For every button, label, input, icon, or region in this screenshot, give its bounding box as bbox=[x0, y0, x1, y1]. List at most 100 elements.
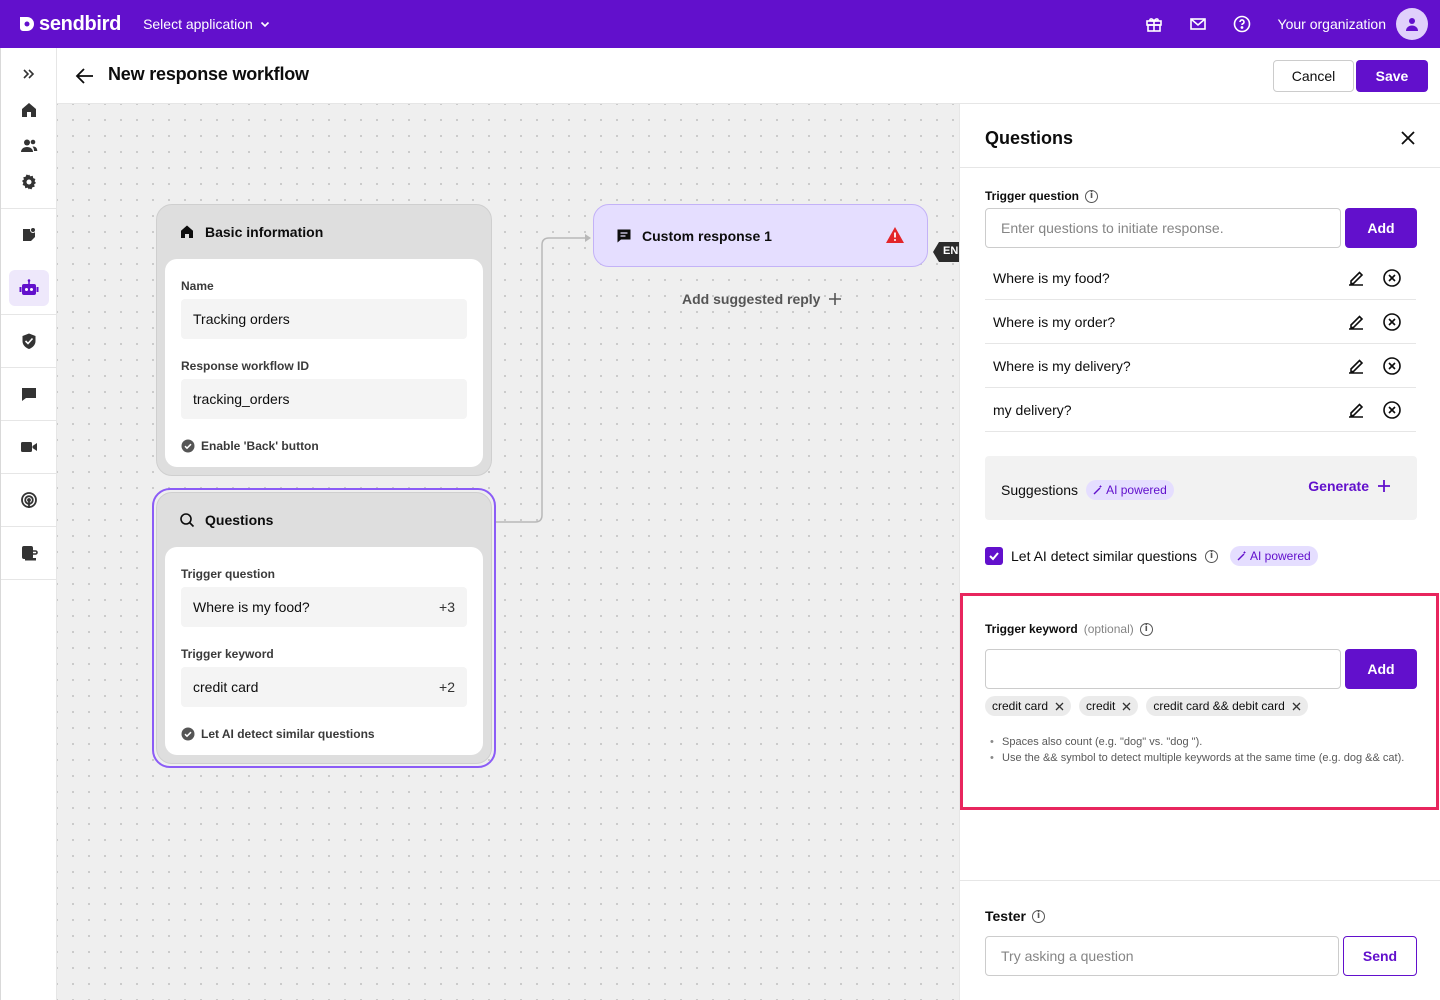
workflow-id-value-text: tracking_orders bbox=[193, 391, 290, 407]
avatar[interactable] bbox=[1396, 8, 1428, 40]
desk-icon bbox=[22, 546, 38, 561]
sendbird-logo[interactable]: sendbird bbox=[18, 13, 121, 36]
add-question-button[interactable]: Add bbox=[1345, 208, 1417, 248]
nav-announcements[interactable] bbox=[9, 217, 49, 253]
workflow-canvas[interactable]: Basic information Name Tracking orders R… bbox=[57, 104, 959, 1000]
message-icon bbox=[617, 229, 631, 242]
chevron-down-icon bbox=[260, 21, 269, 28]
remove-circle-icon[interactable] bbox=[1382, 312, 1402, 332]
plus-icon bbox=[1378, 480, 1390, 492]
back-button-setting: Enable 'Back' button bbox=[181, 439, 467, 453]
question-text: Where is my delivery? bbox=[993, 357, 1131, 374]
add-suggested-reply-button[interactable]: Add suggested reply bbox=[682, 291, 842, 307]
help-button[interactable] bbox=[1220, 0, 1264, 48]
info-icon[interactable]: i bbox=[1085, 189, 1099, 203]
question-text: Where is my food? bbox=[993, 269, 1110, 286]
back-button[interactable] bbox=[73, 64, 97, 88]
mail-icon bbox=[1189, 18, 1206, 30]
nav-desk[interactable] bbox=[9, 535, 49, 571]
brand-name: sendbird bbox=[39, 12, 122, 35]
info-icon[interactable]: i bbox=[1205, 549, 1218, 563]
send-button[interactable]: Send bbox=[1343, 936, 1417, 976]
ai-powered-badge: AI powered bbox=[1086, 480, 1174, 500]
nav-chat[interactable] bbox=[9, 376, 49, 412]
question-item: my delivery? bbox=[985, 388, 1416, 432]
search-icon bbox=[180, 513, 195, 528]
nav-home[interactable] bbox=[9, 92, 49, 128]
edit-icon[interactable] bbox=[1346, 400, 1366, 420]
ai-detect-setting: Let AI detect similar questions bbox=[181, 727, 467, 741]
remove-circle-icon[interactable] bbox=[1382, 268, 1402, 288]
ai-powered-text: AI powered bbox=[1250, 549, 1311, 563]
remove-circle-icon[interactable] bbox=[1382, 356, 1402, 376]
users-icon bbox=[21, 139, 38, 152]
trigger-question-count: +3 bbox=[439, 599, 455, 615]
workflow-id-label: Response workflow ID bbox=[181, 359, 310, 373]
trigger-question-value: Where is my food? +3 bbox=[181, 587, 467, 627]
generate-button[interactable]: Generate bbox=[1308, 478, 1391, 494]
edit-icon[interactable] bbox=[1346, 268, 1366, 288]
organization-name[interactable]: Your organization bbox=[1278, 16, 1386, 32]
custom-response-title: Custom response 1 bbox=[642, 227, 772, 244]
nav-users[interactable] bbox=[9, 128, 49, 164]
panel-title: Questions bbox=[985, 128, 1074, 148]
trigger-question-placeholder: Enter questions to initiate response. bbox=[1001, 220, 1224, 236]
tester-label: Tester bbox=[985, 908, 1026, 924]
nav-settings[interactable] bbox=[9, 164, 49, 200]
edit-icon[interactable] bbox=[1346, 312, 1366, 332]
questions-node-title: Questions bbox=[205, 512, 274, 528]
ai-detect-setting-label: Let AI detect similar questions bbox=[201, 727, 375, 741]
ai-detect-checkbox[interactable] bbox=[985, 547, 1003, 565]
question-item: Where is my delivery? bbox=[985, 344, 1416, 388]
save-button[interactable]: Save bbox=[1356, 60, 1428, 92]
name-label: Name bbox=[181, 279, 214, 293]
trigger-question-value-text: Where is my food? bbox=[193, 599, 310, 615]
trigger-question-label-text: Trigger question bbox=[985, 189, 1080, 203]
gift-icon bbox=[1145, 18, 1162, 32]
trigger-question-field-label: Trigger question i bbox=[985, 189, 1099, 203]
sendbird-logo-icon bbox=[20, 17, 34, 31]
nav-live[interactable] bbox=[9, 482, 49, 518]
application-select-label: Select application bbox=[143, 16, 253, 32]
gift-button[interactable] bbox=[1132, 0, 1176, 48]
remove-circle-icon[interactable] bbox=[1382, 400, 1402, 420]
custom-response-node[interactable]: Custom response 1 bbox=[593, 204, 928, 267]
info-icon[interactable]: i bbox=[1031, 909, 1045, 923]
basic-information-node[interactable]: Basic information Name Tracking orders R… bbox=[156, 204, 492, 476]
expand-nav-button[interactable] bbox=[9, 56, 49, 92]
cancel-button[interactable]: Cancel bbox=[1273, 60, 1354, 92]
gear-icon bbox=[22, 174, 36, 190]
application-select[interactable]: Select application bbox=[143, 16, 271, 32]
generate-label: Generate bbox=[1308, 478, 1369, 494]
workflow-id-value: tracking_orders bbox=[181, 379, 467, 419]
trigger-keyword-highlight bbox=[960, 593, 1439, 810]
nav-chatbot[interactable] bbox=[9, 270, 49, 306]
checkmark-icon bbox=[989, 552, 999, 561]
check-circle-icon bbox=[181, 727, 195, 741]
trigger-keyword-label: Trigger keyword bbox=[181, 647, 274, 661]
trigger-question-input[interactable]: Enter questions to initiate response. bbox=[985, 208, 1341, 248]
questions-node[interactable]: Questions Trigger question Where is my f… bbox=[156, 492, 492, 764]
trigger-keyword-value: credit card +2 bbox=[181, 667, 467, 707]
close-icon bbox=[1401, 131, 1415, 145]
home-icon bbox=[181, 225, 193, 238]
left-nav bbox=[0, 48, 57, 1000]
nav-moderation[interactable] bbox=[9, 323, 49, 359]
warning-icon bbox=[886, 227, 904, 243]
add-suggested-reply-label: Add suggested reply bbox=[682, 291, 821, 307]
user-icon bbox=[1406, 18, 1418, 31]
nav-calls[interactable] bbox=[9, 429, 49, 465]
question-text: my delivery? bbox=[993, 401, 1072, 418]
broadcast-icon bbox=[21, 492, 37, 508]
ai-powered-text: AI powered bbox=[1106, 483, 1167, 497]
shield-check-icon bbox=[22, 333, 36, 349]
mail-button[interactable] bbox=[1176, 0, 1220, 48]
basic-information-body: Name Tracking orders Response workflow I… bbox=[165, 259, 483, 467]
page-header: New response workflow Cancel Save bbox=[57, 48, 1440, 104]
question-text: Where is my order? bbox=[993, 313, 1116, 330]
tester-input[interactable]: Try asking a question bbox=[985, 936, 1339, 976]
chat-bubble-icon bbox=[22, 388, 36, 401]
close-panel-button[interactable] bbox=[1398, 128, 1418, 148]
question-item: Where is my food? bbox=[985, 256, 1416, 300]
edit-icon[interactable] bbox=[1346, 356, 1366, 376]
